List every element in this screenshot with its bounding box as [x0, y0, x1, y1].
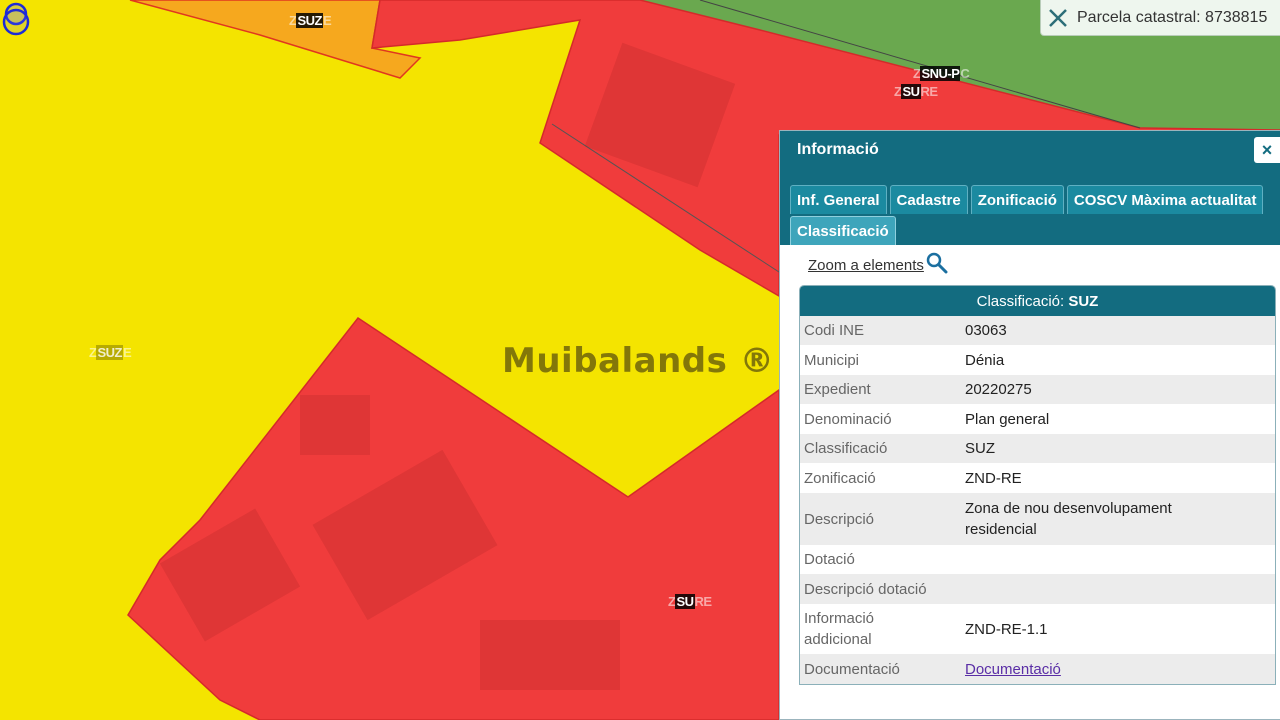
row-key: Codi INE [804, 322, 865, 339]
tab-inf-general[interactable]: Inf. General [790, 185, 887, 214]
row-value: 20220275 [965, 381, 1032, 398]
table-row: Denominació Plan general [800, 404, 1275, 434]
row-value: Zona de nou desenvolupament residencial [965, 500, 1172, 538]
zoom-link-label: Zoom a elements [808, 257, 924, 274]
table-row: Codi INE 03063 [800, 316, 1275, 345]
tab-coscv[interactable]: COSCV Màxima actualitat [1066, 185, 1264, 214]
table-row: Informació addicional ZND-RE-1.1 [800, 604, 1275, 654]
tab-classificacio[interactable]: Classificació [790, 216, 896, 245]
table-row: Classificació SUZ [800, 434, 1275, 463]
row-value: Plan general [965, 410, 1050, 428]
table-row: Documentació Documentació [800, 654, 1275, 684]
row-value: 03063 [965, 322, 1007, 339]
zoom-to-elements-link[interactable]: Zoom a elements [808, 252, 948, 274]
parcela-catastral-tag: Parcela catastral: 8738815 [1040, 0, 1280, 36]
zone-label-suze-top: ZSUZE [289, 13, 332, 28]
classification-table: Classificació: SUZ Codi INE 03063 Munici… [799, 285, 1276, 685]
close-button[interactable]: × [1254, 137, 1280, 163]
table-row: Descripció Zona de nou desenvolupament r… [800, 493, 1275, 545]
classification-rows: Codi INE 03063 Municipi Dénia Expedient … [800, 316, 1275, 684]
table-row: Zonificació ZND-RE [800, 463, 1275, 493]
info-tabs: Inf. General Cadastre Zonificació COSCV … [780, 169, 1280, 245]
info-panel-title: Informació [797, 141, 879, 158]
row-key: Informació addicional [804, 610, 875, 648]
documentacio-link[interactable]: Documentació [965, 661, 1061, 678]
zone-label-sure-top: ZSURE [894, 84, 938, 99]
row-key: Expedient [804, 381, 871, 398]
row-value: Documentació [965, 659, 1275, 680]
watermark: Muibalands ® [502, 341, 775, 381]
close-icon[interactable] [1045, 5, 1071, 31]
tab-zonificacio[interactable]: Zonificació [970, 185, 1064, 214]
search-icon[interactable] [926, 252, 948, 274]
row-key: Documentació [804, 660, 900, 678]
row-key: Zonificació [804, 469, 876, 487]
row-key: Descripció [804, 510, 875, 528]
zone-label-snu: ZSNU-PC [913, 66, 970, 81]
row-key: Denominació [804, 410, 892, 428]
classification-table-heading: Classificació: SUZ [800, 286, 1275, 316]
row-key: Municipi [804, 351, 860, 369]
row-value: ZND-RE-1.1 [965, 620, 1048, 638]
tab-cadastre[interactable]: Cadastre [889, 185, 968, 214]
row-key: Classificació [804, 440, 888, 457]
row-key: Descripció dotació [804, 580, 927, 598]
row-value: ZND-RE [965, 469, 1022, 487]
row-key: Dotació [804, 551, 855, 568]
parcela-catastral-label: Parcela catastral: 8738815 [1077, 8, 1268, 26]
row-value: SUZ [965, 440, 995, 457]
info-panel-titlebar[interactable]: Informació × [780, 131, 1280, 169]
table-row: Descripció dotació [800, 574, 1275, 604]
info-panel: Informació × Inf. General Cadastre Zonif… [779, 130, 1280, 720]
zone-label-suze-left: ZSUZE [89, 345, 132, 360]
table-row: Municipi Dénia [800, 345, 1275, 375]
table-row: Expedient 20220275 [800, 375, 1275, 404]
location-marker-icon[interactable] [0, 0, 32, 36]
row-value: Dénia [965, 351, 1005, 369]
table-row: Dotació [800, 545, 1275, 574]
zone-label-sure-bottom: ZSURE [668, 594, 712, 609]
